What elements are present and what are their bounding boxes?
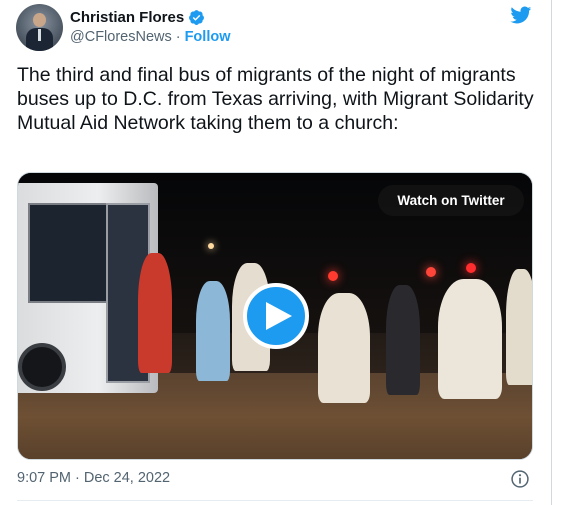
video-person (438, 279, 502, 399)
timestamp-row[interactable]: 9:07 PM · Dec 24, 2022 (17, 470, 170, 486)
play-icon (265, 302, 292, 330)
video-light (328, 271, 338, 281)
tweet-card: Christian Flores @CFloresNews · Follow T… (0, 0, 551, 505)
tweet-text: The third and final bus of migrants of t… (17, 64, 534, 134)
timestamp-date[interactable]: Dec 24, 2022 (84, 470, 170, 486)
video-light (466, 263, 476, 273)
info-icon[interactable] (510, 469, 530, 489)
twitter-bird-icon[interactable] (508, 4, 533, 26)
follow-button[interactable]: Follow (185, 29, 231, 45)
video-person (318, 293, 370, 403)
avatar-head (33, 13, 46, 27)
avatar[interactable] (16, 4, 63, 51)
video-bus (18, 183, 158, 393)
card-border (551, 0, 552, 505)
handle[interactable]: @CFloresNews (70, 29, 172, 45)
video-light (208, 243, 214, 249)
divider (17, 500, 533, 501)
handle-row: @CFloresNews · Follow (70, 29, 231, 45)
video-bus-wheel (18, 343, 66, 391)
video-light (426, 267, 436, 277)
display-name[interactable]: Christian Flores (70, 9, 184, 26)
video-bus-window (28, 203, 108, 303)
avatar-tie (38, 29, 41, 41)
handle-separator: · (175, 29, 181, 45)
video-person (386, 285, 420, 395)
timestamp-separator: · (75, 470, 80, 486)
play-button[interactable] (243, 283, 309, 349)
video-player[interactable]: Watch on Twitter (17, 172, 533, 460)
video-person (138, 253, 172, 373)
verified-badge-icon (189, 9, 205, 25)
timestamp-time[interactable]: 9:07 PM (17, 470, 71, 486)
watch-on-twitter-button[interactable]: Watch on Twitter (378, 185, 524, 216)
video-person (506, 269, 532, 385)
name-row: Christian Flores (70, 7, 205, 27)
video-person (196, 281, 230, 381)
